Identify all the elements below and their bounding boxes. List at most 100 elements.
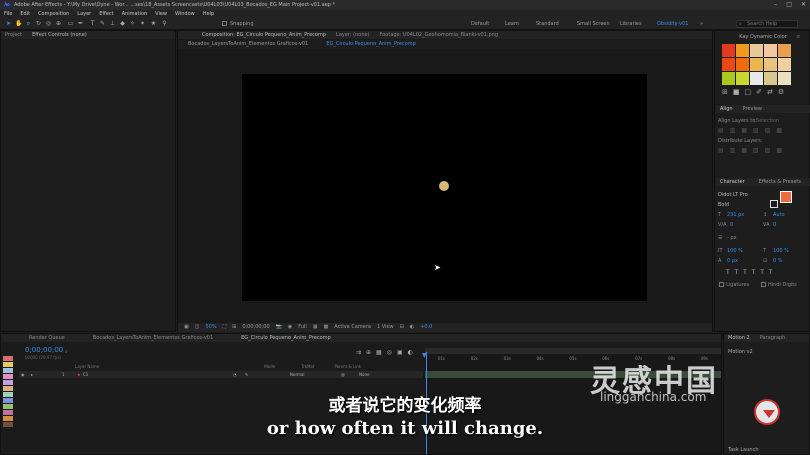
- label-chip[interactable]: [3, 362, 13, 367]
- task-launch-label[interactable]: Task Launch: [728, 447, 759, 453]
- grid-icon[interactable]: ⊞: [232, 323, 236, 332]
- resolution-quality[interactable]: Full: [298, 323, 307, 332]
- tab-layer[interactable]: Layer: (none): [336, 31, 370, 39]
- tab-paragraph[interactable]: Paragraph: [760, 334, 786, 342]
- label-chip[interactable]: [3, 374, 13, 379]
- menu-effect[interactable]: Effect: [99, 10, 113, 18]
- menu-window[interactable]: Window: [175, 10, 195, 18]
- menu-animation[interactable]: Animation: [122, 10, 148, 18]
- mask-icon[interactable]: ◫: [195, 323, 200, 332]
- distribute-buttons[interactable]: ▤▥▦▧▨▩: [718, 147, 788, 154]
- menu-composition[interactable]: Composition: [38, 10, 69, 18]
- font-style-select[interactable]: Bold: [718, 202, 729, 208]
- resolution-icon[interactable]: ⛶: [223, 323, 227, 332]
- menu-view[interactable]: View: [155, 10, 167, 18]
- camera-tool-icon[interactable]: ◎: [45, 20, 52, 27]
- fill-swatch-icon[interactable]: ■: [733, 88, 740, 96]
- label-chip[interactable]: [3, 356, 13, 361]
- viewer-timecode[interactable]: 0;00;00;00: [242, 323, 269, 332]
- transparency-grid-icon[interactable]: ▩: [324, 323, 329, 332]
- timeline-search-icon[interactable]: ⌕: [65, 349, 68, 355]
- region-icon[interactable]: ▣: [184, 323, 189, 332]
- eraser-tool-icon[interactable]: ◆: [119, 20, 126, 27]
- pan-behind-tool-icon[interactable]: ⊕: [55, 20, 62, 27]
- workspace-overflow-icon[interactable]: »: [700, 20, 703, 28]
- rectangle-tool-icon[interactable]: ▭: [67, 20, 74, 27]
- menu-layer[interactable]: Layer: [77, 10, 91, 18]
- panel-menu-icon[interactable]: ≡: [796, 34, 800, 40]
- eyedropper-icon[interactable]: ✐: [756, 88, 762, 96]
- ligatures-checkbox[interactable]: [719, 282, 724, 287]
- view-layout-select[interactable]: 1 View: [377, 323, 394, 332]
- minimize-icon[interactable]: –: [774, 0, 777, 10]
- maximize-icon[interactable]: □: [786, 0, 792, 10]
- search-help-box[interactable]: ⌕ Search Help: [736, 20, 798, 28]
- breadcrumb-parent-comp[interactable]: Bocados_LayersToAnim_Elementos Graficos-…: [188, 40, 308, 49]
- align-buttons[interactable]: ▤▥▦▧▨▩: [718, 127, 788, 134]
- swatch[interactable]: [736, 72, 749, 85]
- tab-project[interactable]: Project: [5, 31, 22, 39]
- swatch[interactable]: [778, 58, 791, 71]
- workspace-small-screen[interactable]: Small Screen: [577, 20, 610, 28]
- vertical-scale-value[interactable]: 100 %: [727, 248, 743, 254]
- timeline-timecode[interactable]: 0;00;00;00: [25, 346, 63, 354]
- stroke-color-swatch[interactable]: [770, 200, 778, 208]
- swatch[interactable]: [736, 44, 749, 57]
- settings-icon[interactable]: ⚙: [778, 88, 784, 96]
- workspace-active[interactable]: Obsidity-v01: [657, 20, 689, 28]
- reset-exposure-icon[interactable]: ◐: [410, 323, 414, 332]
- layer-parent-select[interactable]: None: [359, 371, 369, 378]
- swap-colors-icon[interactable]: ⇄: [767, 88, 773, 96]
- toggle-pixel-icon[interactable]: ⊟: [400, 323, 404, 332]
- close-icon[interactable]: ✕: [801, 0, 806, 10]
- layer-fx-icon[interactable]: ✎: [245, 371, 248, 378]
- menu-file[interactable]: File: [4, 10, 12, 18]
- swatch[interactable]: [722, 72, 735, 85]
- swatch[interactable]: [722, 58, 735, 71]
- snapshot-icon[interactable]: 📷: [276, 323, 282, 332]
- label-chip[interactable]: [3, 368, 13, 373]
- layer-mode-select[interactable]: Normal: [290, 371, 304, 378]
- hand-tool-icon[interactable]: ✋: [15, 20, 22, 27]
- tab-comp-elementos[interactable]: Bocados_LayersToAnim_Elementos Graficos-…: [75, 334, 213, 342]
- timeline-layer-row[interactable]: ◉ ▸ 1 ★ C1 ◔ ✎ Normal @ None: [19, 371, 423, 378]
- show-channel-icon[interactable]: ◉: [288, 323, 292, 332]
- zoom-tool-icon[interactable]: ⌕: [25, 20, 32, 27]
- workspace-default[interactable]: Default: [471, 20, 489, 28]
- parent-pickwhip-icon[interactable]: @: [341, 371, 345, 378]
- stroke-swatch-icon[interactable]: □: [745, 88, 752, 96]
- kerning-value[interactable]: 0: [730, 222, 733, 228]
- hindi-digits-checkbox[interactable]: [761, 282, 766, 287]
- swatch[interactable]: [764, 44, 777, 57]
- workspace-learn[interactable]: Learn: [505, 20, 519, 28]
- swatch[interactable]: [764, 72, 777, 85]
- orbit-tool-icon[interactable]: ⚲: [161, 20, 168, 27]
- faux-style-buttons[interactable]: TTTTTT: [726, 269, 777, 276]
- pin-tool-icon[interactable]: ★: [150, 20, 157, 27]
- layer-name[interactable]: C1: [83, 371, 88, 378]
- timeline-switch-icons[interactable]: ⇉⊕▦◎▣◐: [356, 349, 418, 356]
- small-circle-layer[interactable]: [439, 181, 449, 191]
- font-size-value[interactable]: 231 px: [727, 212, 744, 218]
- search-help-input[interactable]: Search Help: [747, 21, 777, 27]
- tab-preview[interactable]: Preview: [743, 105, 762, 113]
- active-camera-select[interactable]: Active Camera: [334, 323, 371, 332]
- tab-effect-controls[interactable]: Effect Controls (none): [32, 31, 87, 39]
- exposure-value[interactable]: +0.0: [420, 323, 432, 332]
- breadcrumb-current-comp[interactable]: EG_Circulo Pequeno_Anim_Precomp: [326, 40, 416, 49]
- type-tool-icon[interactable]: T: [89, 20, 96, 27]
- swatch[interactable]: [736, 58, 749, 71]
- label-chip[interactable]: [3, 380, 13, 385]
- tab-comp-circulo[interactable]: EG_Circulo Pequeno_Anim_Precomp: [223, 334, 331, 342]
- tab-character[interactable]: Character: [720, 178, 745, 186]
- stroke-width-value[interactable]: - px: [727, 235, 737, 241]
- tab-composition[interactable]: Composition: EG_Circulo Pequeno_Anim_Pre…: [182, 31, 326, 39]
- add-swatch-icon[interactable]: ⊞: [722, 88, 728, 96]
- swatch[interactable]: [778, 72, 791, 85]
- clone-stamp-tool-icon[interactable]: ⊥: [109, 20, 116, 27]
- leading-value[interactable]: Auto: [773, 212, 785, 218]
- menu-help[interactable]: Help: [203, 10, 214, 18]
- fill-color-swatch[interactable]: [780, 191, 792, 203]
- brush-tool-icon[interactable]: ✎: [99, 20, 106, 27]
- work-area-bar[interactable]: [425, 348, 721, 354]
